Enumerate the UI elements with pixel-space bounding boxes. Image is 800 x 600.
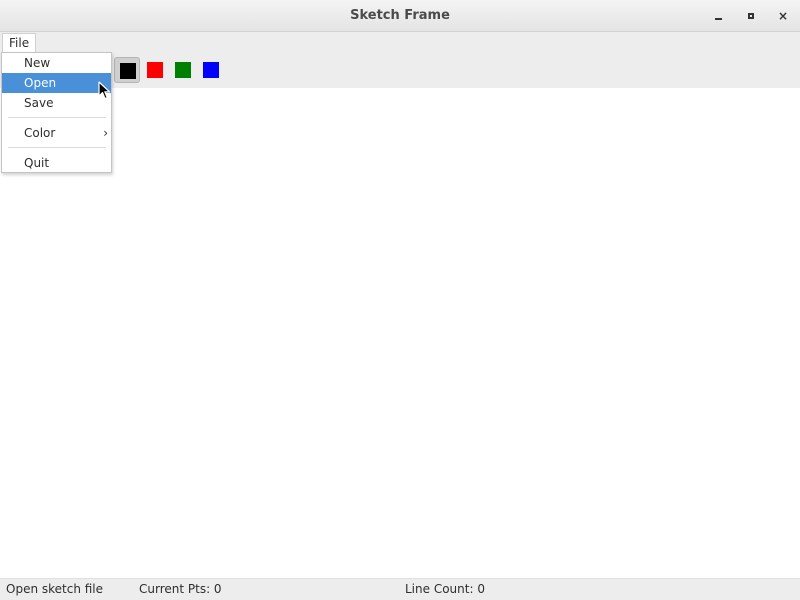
file-menu-dropdown: New Open Save Color › Quit: [1, 52, 112, 173]
color-button-red[interactable]: [142, 57, 168, 83]
window-title: Sketch Frame: [350, 8, 450, 23]
menu-separator: [8, 147, 106, 148]
menu-item-new[interactable]: New: [2, 53, 111, 73]
close-icon: ×: [777, 9, 789, 23]
maximize-button[interactable]: [741, 6, 761, 26]
chevron-right-icon: ›: [103, 126, 108, 140]
color-button-green[interactable]: [170, 57, 196, 83]
title-bar[interactable]: Sketch Frame ×: [0, 0, 800, 32]
status-message: Open sketch file: [6, 582, 104, 596]
menu-item-save[interactable]: Save: [2, 93, 111, 113]
red-swatch: [147, 62, 163, 78]
menu-bar: File: [0, 32, 800, 52]
line-count-label: Line Count: 0: [405, 582, 485, 596]
minimize-button[interactable]: [709, 6, 729, 26]
close-button[interactable]: ×: [773, 6, 793, 26]
menu-item-color[interactable]: Color ›: [2, 123, 111, 143]
black-swatch: [120, 63, 136, 79]
menu-file[interactable]: File: [2, 33, 37, 52]
sketch-frame-window: Sketch Frame × File Open sketch file Cur…: [0, 0, 800, 600]
menu-item-color-label: Color: [24, 126, 56, 140]
mouse-cursor-icon: [98, 81, 111, 100]
color-toolbar: [0, 52, 800, 88]
blue-swatch: [203, 62, 219, 78]
maximize-icon: [748, 13, 754, 19]
color-button-blue[interactable]: [198, 57, 224, 83]
green-swatch: [175, 62, 191, 78]
menu-item-quit[interactable]: Quit: [2, 153, 111, 173]
menu-item-open[interactable]: Open: [2, 73, 111, 93]
minimize-icon: [715, 18, 722, 20]
current-points-label: Current Pts: 0: [139, 582, 222, 596]
sketch-canvas[interactable]: [0, 88, 800, 578]
status-bar: Open sketch file Current Pts: 0 Line Cou…: [0, 578, 800, 600]
menu-separator: [8, 117, 106, 118]
color-button-black[interactable]: [114, 57, 140, 83]
